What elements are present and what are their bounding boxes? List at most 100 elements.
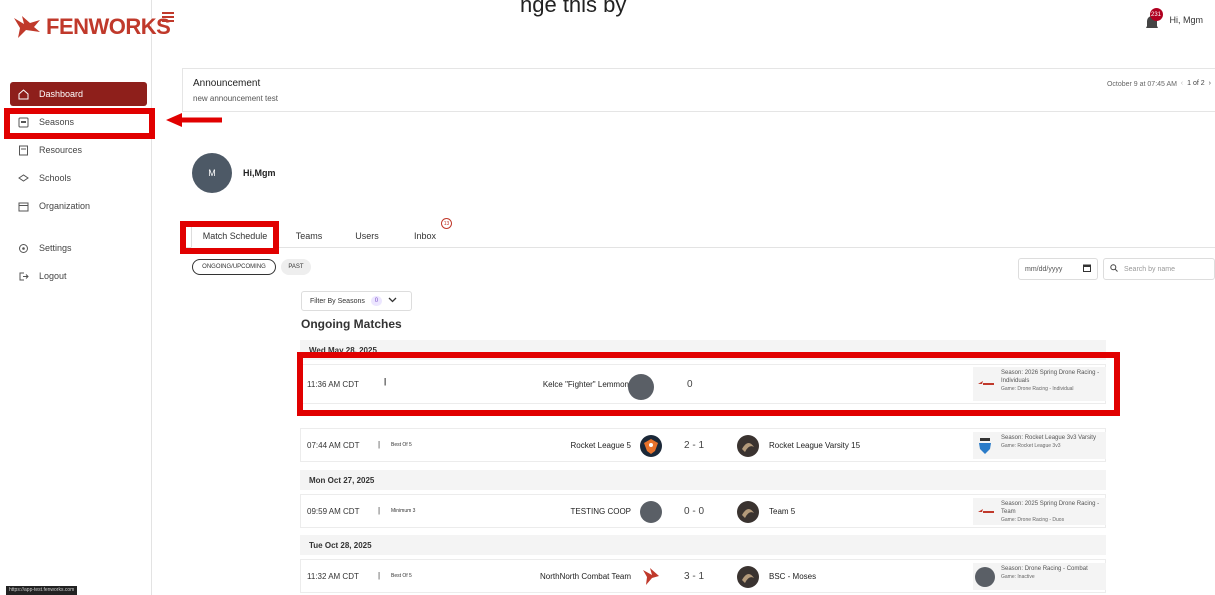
season-info: Season: Rocket League 3v3 Varsity Game: … [1001, 434, 1096, 450]
tab-teams[interactable]: Teams [284, 224, 334, 248]
season-label: Season: [1001, 435, 1024, 441]
season-name: Drone Racing - Combat [1024, 566, 1088, 572]
season-game: Game: Drone Racing - Individual [1001, 386, 1074, 392]
match-time: 11:32 AM CDT [307, 572, 359, 581]
announcement-date: October 9 at 07:45 AM [1106, 81, 1177, 88]
sidebar: FENWORKS Dashboard Seasons Resources Sch… [0, 0, 171, 595]
match-format: Minimum 3 [391, 508, 416, 514]
brand-name: FENWORKS [46, 14, 171, 39]
sidebar-toggle-icon[interactable] [162, 12, 174, 22]
match-row[interactable]: 07:44 AM CDT | Best Of 5 Rocket League 5… [300, 428, 1106, 462]
search-placeholder: Search by name [1124, 265, 1175, 273]
sidebar-item-label: Dashboard [39, 89, 84, 99]
season-name: Rocket League 3v3 Varsity [1024, 435, 1096, 441]
sidebar-item-label: Resources [39, 145, 83, 155]
pager-label: 1 of 2 [1187, 80, 1205, 87]
sidebar-nav: Dashboard Seasons Resources Schools Orga… [10, 82, 147, 292]
calendar-icon [18, 201, 29, 212]
sidebar-item-schools[interactable]: Schools [10, 166, 147, 190]
sidebar-item-dashboard[interactable]: Dashboard [10, 82, 147, 106]
school-icon [18, 173, 29, 184]
sidebar-item-label: Logout [39, 271, 67, 281]
brand-logo[interactable]: FENWORKS [12, 14, 171, 40]
search-icon [1110, 264, 1118, 274]
sidebar-item-settings[interactable]: Settings [10, 236, 147, 260]
team2-logo-icon [737, 566, 759, 588]
match-score: 2 - 1 [684, 440, 705, 451]
match-time: 11:36 AM CDT [307, 380, 359, 389]
match-separator: | [384, 377, 387, 386]
wolf-logo-icon [14, 16, 40, 38]
team1-logo-icon [628, 374, 654, 400]
calendar-picker-icon[interactable] [1083, 264, 1091, 274]
sidebar-item-resources[interactable]: Resources [10, 138, 147, 162]
sidebar-item-organization[interactable]: Organization [10, 194, 147, 218]
day-header: Wed May 28, 2025 [300, 340, 1106, 360]
trophy-icon [18, 117, 29, 128]
season-game: Game: Drone Racing - Duos [1001, 517, 1065, 523]
match-row[interactable]: 11:32 AM CDT | Best Of 5 NorthNorth Comb… [300, 559, 1106, 593]
match-separator: | [378, 440, 381, 449]
match-season: Season: 2025 Spring Drone Racing - Team … [973, 498, 1106, 525]
book-icon [18, 145, 29, 156]
match-team1: TESTING COOP [570, 507, 631, 516]
season-label: Season: [1001, 501, 1024, 507]
match-team2: BSC - Moses [769, 572, 817, 581]
gear-icon [18, 243, 29, 254]
tab-inbox[interactable]: Inbox 13 [400, 218, 452, 248]
notification-bell-icon[interactable]: 231 [1144, 8, 1164, 30]
inbox-count-badge: 13 [441, 218, 452, 229]
day-header: Mon Oct 27, 2025 [300, 470, 1106, 490]
tab-users[interactable]: Users [342, 224, 392, 248]
top-banner-text: nge this by [520, 0, 627, 17]
tab-match-schedule[interactable]: Match Schedule [191, 224, 279, 248]
sidebar-item-label: Schools [39, 173, 72, 183]
avatar: M [192, 153, 232, 193]
pager-next-icon[interactable]: › [1209, 80, 1211, 87]
sidebar-item-seasons[interactable]: Seasons [10, 110, 147, 134]
rocket-league-logo-icon [979, 438, 991, 454]
season-filter-dropdown[interactable]: Filter By Seasons 0 [301, 291, 412, 311]
user-menu[interactable]: 231 Hi, Mgm [1144, 8, 1204, 30]
match-row[interactable]: 11:36 AM CDT | Kelce "Fighter" Lemmon 0 … [300, 364, 1106, 404]
announcement-pager: ‹ 1 of 2 › [1181, 80, 1211, 87]
profile-greeting: Hi,Mgm [243, 168, 276, 178]
match-separator: | [378, 506, 381, 515]
match-time: 09:59 AM CDT [307, 507, 360, 516]
logout-icon [18, 271, 29, 282]
match-season: Season: Rocket League 3v3 Varsity Game: … [973, 432, 1106, 459]
match-time: 07:44 AM CDT [307, 441, 360, 450]
match-team2: Rocket League Varsity 15 [769, 441, 861, 450]
drone-racing-logo-icon [978, 509, 994, 513]
sidebar-item-label: Seasons [39, 117, 75, 127]
match-row[interactable]: 09:59 AM CDT | Minimum 3 TESTING COOP 0 … [300, 494, 1106, 528]
app-root: nge this by FENWORKS Dashboard Seasons R… [0, 0, 1215, 595]
season-info: Season: 2025 Spring Drone Racing - Team … [1001, 500, 1106, 524]
tab-bar: Match Schedule Teams Users Inbox 13 [182, 218, 1215, 248]
filter-past[interactable]: PAST [281, 259, 311, 275]
match-team1: Kelce "Fighter" Lemmon [542, 380, 629, 389]
filter-ongoing-upcoming[interactable]: ONGOING/UPCOMING [192, 259, 276, 275]
date-placeholder: mm/dd/yyyy [1025, 265, 1063, 273]
season-info: Season: 2026 Spring Drone Racing - Indiv… [1001, 369, 1106, 393]
section-title: Ongoing Matches [301, 317, 402, 331]
day-header: Tue Oct 28, 2025 [300, 535, 1106, 555]
search-input[interactable]: Search by name [1103, 258, 1215, 280]
status-bar-url: https://app-test.fenworks.com [6, 586, 78, 595]
date-filter-input[interactable]: mm/dd/yyyy [1018, 258, 1098, 280]
pager-prev-icon[interactable]: ‹ [1181, 80, 1183, 87]
season-logo-icon [975, 567, 995, 587]
sidebar-item-logout[interactable]: Logout [10, 264, 147, 288]
header-user-greeting: Hi, Mgm [1169, 15, 1204, 25]
announcement-body: new announcement test [193, 94, 278, 103]
season-info: Season: Drone Racing - Combat Game: Inac… [1001, 565, 1088, 581]
team2-logo-icon [737, 435, 759, 457]
announcement-card: Announcement new announcement test Octob… [182, 68, 1215, 112]
annotation-arrow-icon [166, 113, 222, 127]
season-label: Season: [1001, 370, 1024, 376]
match-format: Best Of 5 [391, 573, 412, 579]
chevron-down-icon [388, 297, 397, 305]
season-game: Game: Inactive [1001, 574, 1035, 580]
match-format: Best Of 5 [391, 442, 412, 448]
team1-logo-icon [640, 566, 662, 588]
